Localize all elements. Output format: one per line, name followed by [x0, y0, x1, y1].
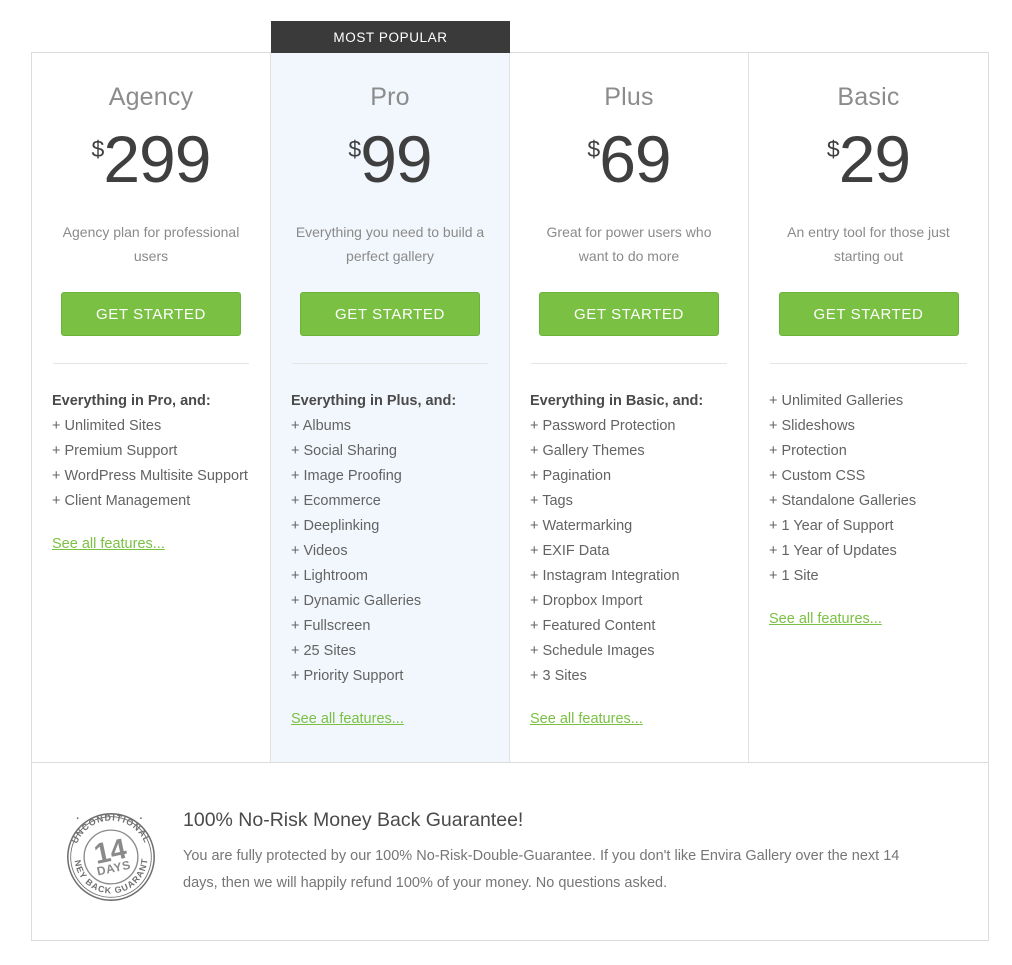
- feature-item: + Slideshows: [769, 418, 855, 434]
- feature-item: + Premium Support: [52, 443, 178, 459]
- feature-item: + Watermarking: [530, 518, 633, 534]
- feature-item: + Pagination: [530, 468, 612, 484]
- feature-item: + Social Sharing: [291, 443, 397, 459]
- feature-item: + Fullscreen: [291, 618, 371, 634]
- money-back-guarantee-seal-icon: UNCONDITIONAL MONEY BACK GUARANTEE • • 1…: [63, 809, 155, 901]
- feature-item: + Unlimited Sites: [52, 418, 162, 434]
- feature-list: Everything in Pro, and: + Unlimited Sites…: [52, 389, 250, 514]
- price-amount: 29: [838, 122, 911, 196]
- feature-item: + Protection: [769, 443, 847, 459]
- feature-item: + Image Proofing: [291, 468, 402, 484]
- plan-name: Agency: [108, 83, 194, 111]
- currency-symbol: $: [587, 136, 600, 162]
- feature-item: + Tags: [530, 493, 573, 509]
- plan-name: Pro: [370, 83, 410, 111]
- plan-name: Plus: [604, 83, 654, 111]
- currency-symbol: $: [348, 136, 361, 162]
- feature-item: + Albums: [291, 418, 352, 434]
- currency-symbol: $: [91, 136, 105, 162]
- get-started-button[interactable]: GET STARTED: [778, 292, 959, 336]
- feature-item: + Priority Support: [291, 668, 404, 684]
- see-all-features-link[interactable]: See all features...: [291, 711, 489, 727]
- feature-item: + Custom CSS: [769, 468, 866, 484]
- feature-item: + Standalone Galleries: [769, 493, 917, 509]
- feature-item: + Instagram Integration: [530, 568, 680, 584]
- feature-item: + Gallery Themes: [530, 443, 645, 459]
- feature-item: + Client Management: [52, 493, 191, 509]
- feature-item: + Videos: [291, 543, 348, 559]
- column-divider: [292, 363, 488, 364]
- column-divider: [770, 363, 967, 364]
- svg-text:•: •: [140, 816, 143, 823]
- plan-price: $29: [769, 126, 968, 192]
- plan-tagline: Everything you need to build a perfect g…: [295, 224, 485, 264]
- plan-tagline: Agency plan for professional users: [62, 224, 240, 264]
- most-popular-label: MOST POPULAR: [333, 29, 448, 45]
- features-heading: Everything in Plus, and:: [291, 393, 457, 409]
- feature-item: + Dropbox Import: [530, 593, 643, 609]
- most-popular-badge: MOST POPULAR: [271, 21, 510, 53]
- column-divider: [531, 363, 727, 364]
- feature-item: + Ecommerce: [291, 493, 381, 509]
- plan-tagline: Great for power users who want to do mor…: [546, 224, 712, 264]
- price-amount: 99: [360, 122, 432, 196]
- feature-item: + 25 Sites: [291, 643, 356, 659]
- guarantee-body: You are fully protected by our 100% No-R…: [183, 848, 900, 891]
- plan-price: $299: [52, 126, 250, 192]
- features-heading: Everything in Pro, and:: [52, 393, 211, 409]
- pricing-column-pro: Pro $99 Everything you need to build a per…: [271, 53, 510, 762]
- pricing-column-plus: Plus $69 Great for power users who want to…: [510, 53, 749, 762]
- features-heading: Everything in Basic, and:: [530, 393, 704, 409]
- currency-symbol: $: [826, 136, 840, 162]
- feature-list: + Unlimited Galleries + Slideshows + Prote…: [769, 389, 968, 589]
- get-started-button[interactable]: GET STARTED: [61, 292, 241, 336]
- pricing-page: MOST POPULAR Agency $299 Agency plan for p…: [0, 0, 1012, 965]
- plan-price: $99: [291, 126, 489, 192]
- price-amount: 299: [103, 122, 211, 196]
- plan-name: Basic: [837, 83, 900, 111]
- pricing-table: Agency $299 Agency plan for professional u…: [31, 52, 989, 763]
- feature-list: Everything in Basic, and: + Password Prot…: [530, 389, 728, 689]
- column-divider: [53, 363, 249, 364]
- see-all-features-link[interactable]: See all features...: [769, 611, 968, 627]
- feature-item: + 1 Year of Support: [769, 518, 894, 534]
- plan-price: $69: [530, 126, 728, 192]
- feature-item: + Lightroom: [291, 568, 368, 584]
- feature-item: + 1 Site: [769, 568, 819, 584]
- see-all-features-link[interactable]: See all features...: [52, 536, 250, 552]
- feature-item: + 3 Sites: [530, 668, 587, 684]
- get-started-button[interactable]: GET STARTED: [539, 292, 719, 336]
- feature-item: + Featured Content: [530, 618, 656, 634]
- price-amount: 69: [599, 122, 671, 196]
- pricing-column-agency: Agency $299 Agency plan for professional u…: [32, 53, 271, 762]
- guarantee-text-block: 100% No-Risk Money Back Guarantee! You a…: [183, 807, 923, 897]
- plan-tagline: An entry tool for those just starting ou…: [787, 224, 950, 264]
- svg-text:•: •: [76, 816, 79, 823]
- feature-list: Everything in Plus, and: + Albums + Social…: [291, 389, 489, 689]
- feature-item: + Unlimited Galleries: [769, 393, 904, 409]
- feature-item: + Deeplinking: [291, 518, 380, 534]
- feature-item: + Password Protection: [530, 418, 676, 434]
- feature-item: + EXIF Data: [530, 543, 610, 559]
- feature-item: + Schedule Images: [530, 643, 655, 659]
- guarantee-section: UNCONDITIONAL MONEY BACK GUARANTEE • • 1…: [31, 763, 989, 941]
- see-all-features-link[interactable]: See all features...: [530, 711, 728, 727]
- feature-item: + 1 Year of Updates: [769, 543, 897, 559]
- guarantee-title: 100% No-Risk Money Back Guarantee!: [183, 809, 524, 831]
- feature-item: + Dynamic Galleries: [291, 593, 422, 609]
- get-started-button[interactable]: GET STARTED: [300, 292, 480, 336]
- feature-item: + WordPress Multisite Support: [52, 468, 248, 484]
- pricing-column-basic: Basic $29 An entry tool for those just sta…: [749, 53, 988, 762]
